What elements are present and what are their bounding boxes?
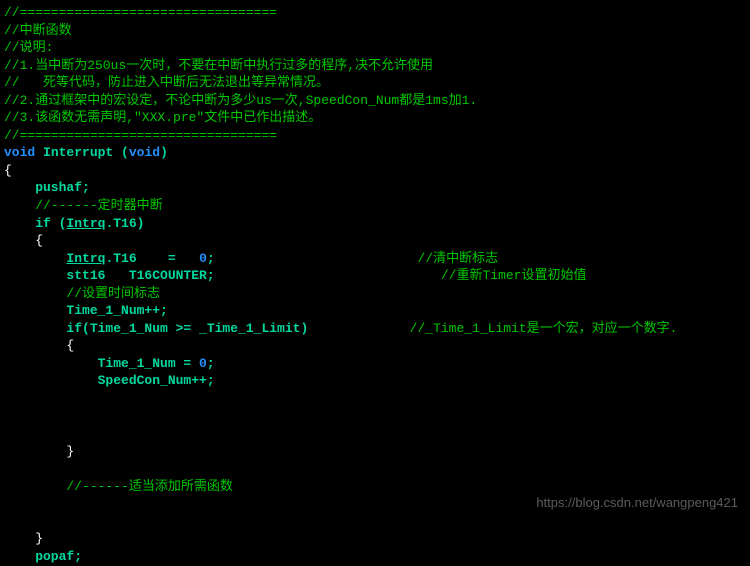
blank bbox=[4, 460, 750, 478]
blank bbox=[4, 408, 750, 426]
blank bbox=[4, 425, 750, 443]
indent bbox=[4, 251, 66, 266]
t1-assign: Time_1_Num = bbox=[4, 356, 199, 371]
comment-title: //中断函数 bbox=[4, 22, 750, 40]
blank bbox=[4, 390, 750, 408]
semicolon: ; bbox=[207, 251, 215, 266]
brace-inner-close: } bbox=[4, 443, 750, 461]
brace-open: { bbox=[4, 162, 750, 180]
keyword-void2: void bbox=[129, 145, 160, 160]
stmt-time1-inc: Time_1_Num++; bbox=[4, 302, 750, 320]
comment-reset: //重新Timer设置初始值 bbox=[215, 268, 587, 283]
stmt-clear-intrq: Intrq.T16 = 0; //清中断标志 bbox=[4, 250, 750, 268]
stmt-pushaf: pushaf; bbox=[4, 179, 750, 197]
assign-part: .T16 = bbox=[105, 251, 199, 266]
comment-addfn: //------适当添加所需函数 bbox=[4, 478, 750, 496]
semicolon2: ; bbox=[207, 356, 215, 371]
brace-if-open: { bbox=[4, 232, 750, 250]
comment-clear: //清中断标志 bbox=[215, 251, 498, 266]
func-name: Interrupt ( bbox=[35, 145, 129, 160]
comment-separator2: //================================= bbox=[4, 127, 750, 145]
keyword-void: void bbox=[4, 145, 35, 160]
comment-macro: //_Time_1_Limit是一个宏，对应一个数字. bbox=[308, 321, 677, 336]
function-signature: void Interrupt (void) bbox=[4, 144, 750, 162]
comment-desc1b: // 死等代码，防止进入中断后无法退出等异常情况。 bbox=[4, 74, 750, 92]
stmt-time1-reset: Time_1_Num = 0; bbox=[4, 355, 750, 373]
intrq-ref: Intrq bbox=[66, 216, 105, 231]
literal-zero2: 0 bbox=[199, 356, 207, 371]
comment-timer: //------定时器中断 bbox=[4, 197, 750, 215]
comment-setflag: //设置时间标志 bbox=[4, 285, 750, 303]
comment-desc1: //1.当中断为250us一次时，不要在中断中执行过多的程序,决不允许使用 bbox=[4, 57, 750, 75]
literal-zero: 0 bbox=[199, 251, 207, 266]
comment-separator: //================================= bbox=[4, 4, 750, 22]
comment-desc2: //2.通过框架中的宏设定，不论中断为多少us一次,SpeedCon_Num都是… bbox=[4, 92, 750, 110]
if-tail: .T16) bbox=[105, 216, 144, 231]
stmt-stt16: stt16 T16COUNTER; //重新Timer设置初始值 bbox=[4, 267, 750, 285]
comment-desc3: //3.该函数无需声明,"XXX.pre"文件中已作出描述。 bbox=[4, 109, 750, 127]
brace-if-close: } bbox=[4, 530, 750, 548]
if-cmp-text: if(Time_1_Num >= _Time_1_Limit) bbox=[4, 321, 308, 336]
intrq-var: Intrq bbox=[66, 251, 105, 266]
brace-inner-open: { bbox=[4, 337, 750, 355]
paren-close: ) bbox=[160, 145, 168, 160]
stmt-speedcon-inc: SpeedCon_Num++; bbox=[4, 372, 750, 390]
watermark-text: https://blog.csdn.net/wangpeng421 bbox=[536, 494, 738, 512]
if-stmt: if (Intrq.T16) bbox=[4, 215, 750, 233]
stmt-popaf: popaf; bbox=[4, 548, 750, 566]
blank bbox=[4, 513, 750, 531]
if-compare: if(Time_1_Num >= _Time_1_Limit) //_Time_… bbox=[4, 320, 750, 338]
stt16-call: stt16 T16COUNTER; bbox=[4, 268, 215, 283]
comment-note: //说明: bbox=[4, 39, 750, 57]
if-kw: if ( bbox=[4, 216, 66, 231]
